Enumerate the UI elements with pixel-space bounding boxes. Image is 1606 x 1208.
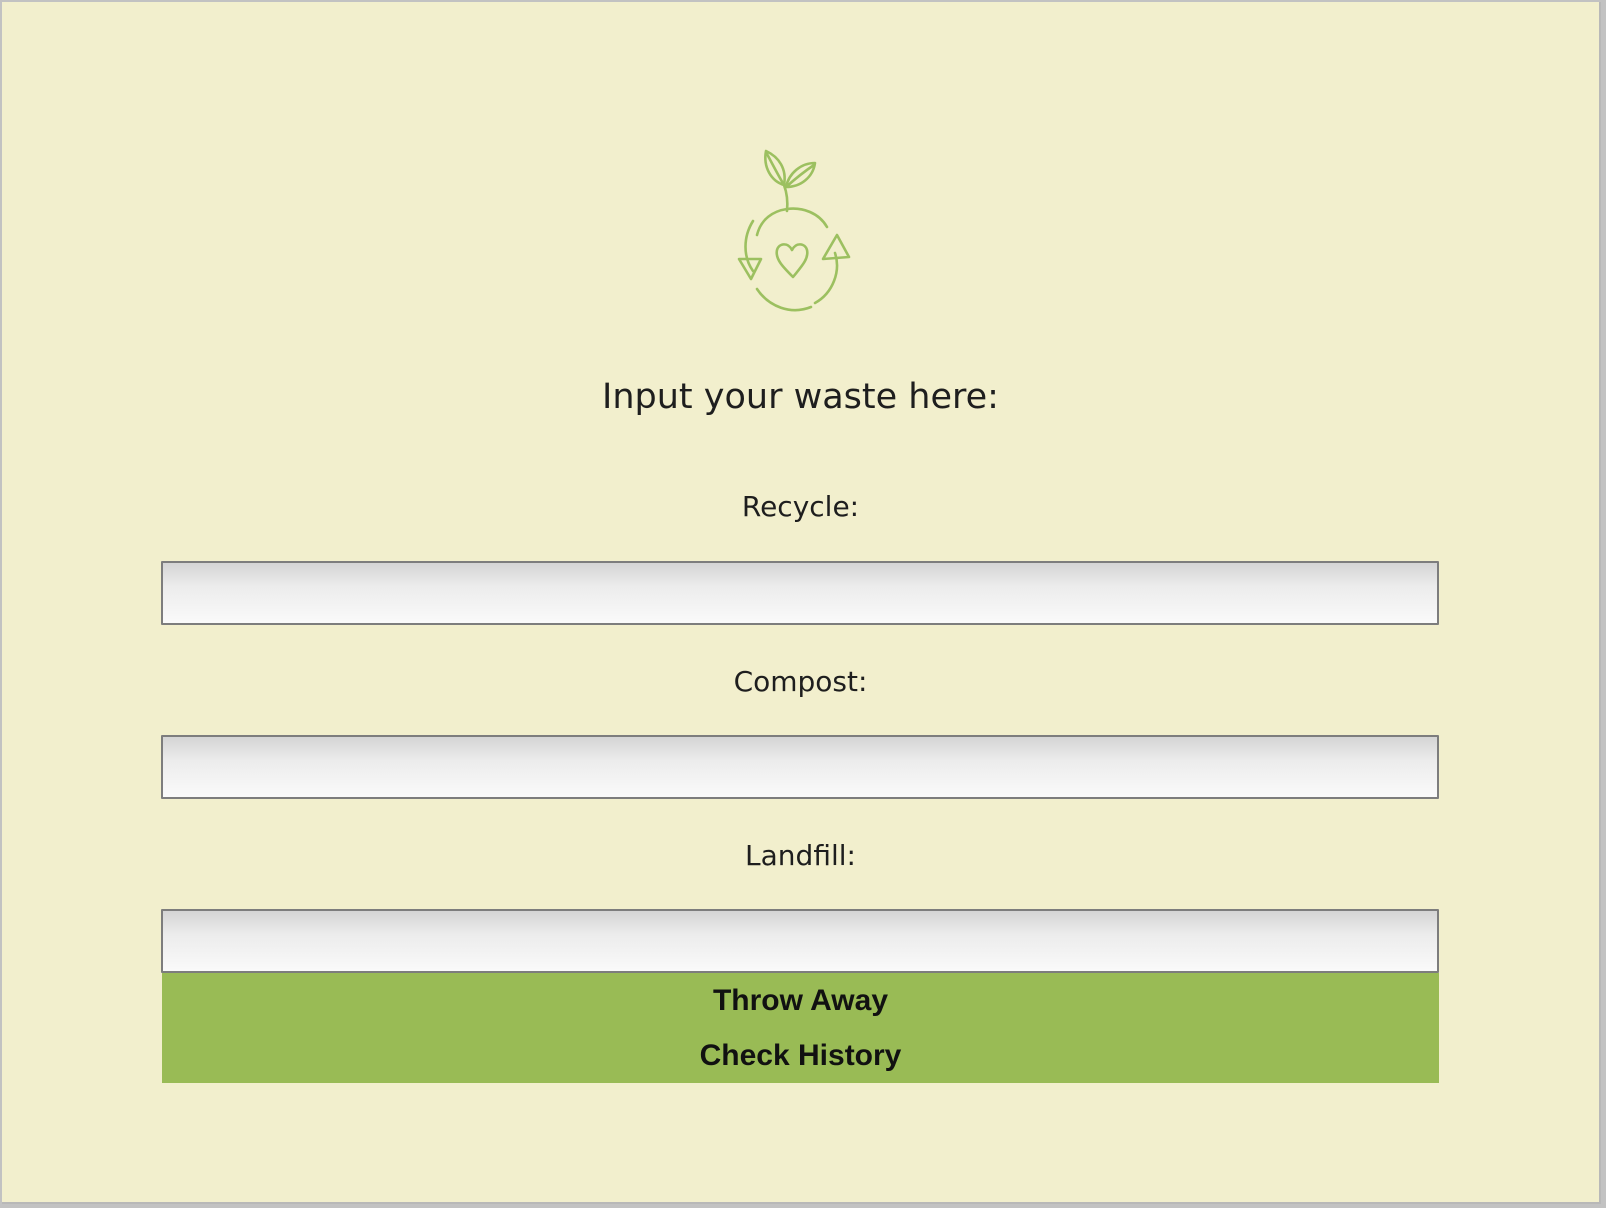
compost-input[interactable] [161,735,1439,799]
landfill-label: Landfill: [745,839,856,872]
recycle-label: Recycle: [741,490,860,523]
throw-away-button[interactable]: Throw Away [162,973,1439,1029]
landfill-input[interactable] [161,909,1439,973]
app-window: Input your waste here: Recycle: Compost:… [2,2,1601,1204]
form-heading: Input your waste here: [602,377,999,417]
recycle-heart-sprout-icon [737,149,851,312]
recycle-input[interactable] [161,561,1439,625]
check-history-button[interactable]: Check History [162,1029,1439,1083]
compost-label: Compost: [733,665,868,698]
